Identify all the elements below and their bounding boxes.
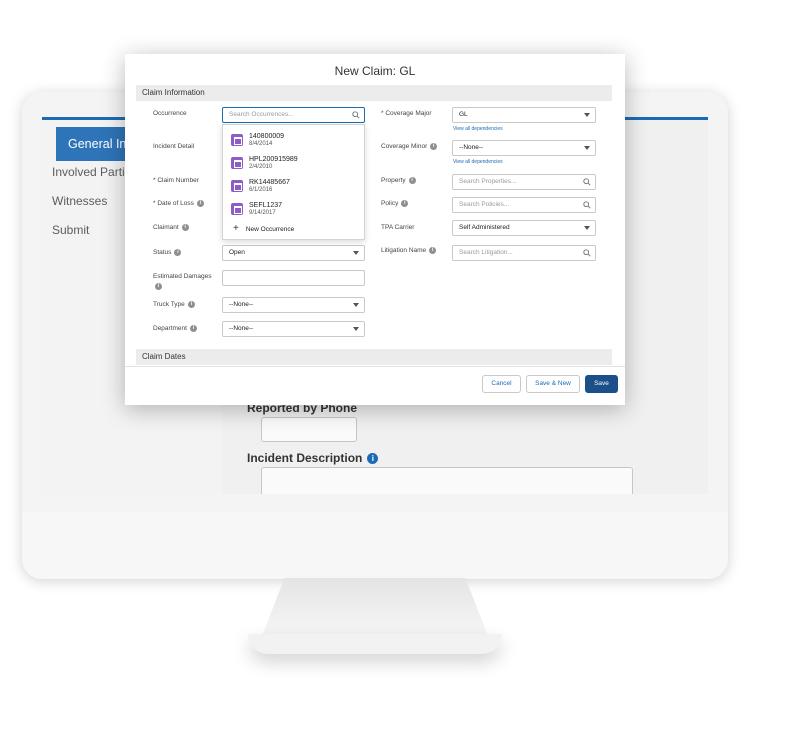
truck-type-label: Truck Type i	[153, 301, 195, 308]
section-claim-information[interactable]: Claim Information	[136, 85, 612, 101]
occurrence-icon	[231, 134, 243, 146]
coverage-major-label: * Coverage Major	[381, 110, 432, 117]
info-icon[interactable]: i	[408, 177, 416, 184]
occurrence-icon	[231, 157, 243, 169]
occurrence-option[interactable]: SEFL1237 9/14/2017	[231, 199, 282, 219]
modal-footer-divider	[125, 366, 625, 367]
property-search-input[interactable]: Search Properties...	[452, 174, 596, 190]
info-icon[interactable]: i	[189, 325, 197, 332]
info-icon[interactable]: i	[429, 247, 437, 254]
occurrence-search-input[interactable]: Search Occurrences...	[222, 107, 365, 123]
search-icon	[583, 178, 591, 186]
incident-description-label: Incident Description i	[247, 451, 379, 465]
search-icon	[583, 249, 591, 257]
estimated-damages-info: i	[155, 283, 162, 290]
litigation-name-label: Litigation Name i	[381, 247, 437, 254]
claimant-label: Claimant i	[153, 224, 189, 231]
occurrence-label: Occurrence	[153, 110, 187, 117]
info-icon[interactable]: i	[196, 200, 204, 207]
section-claim-dates[interactable]: Claim Dates	[136, 349, 612, 365]
tpa-carrier-label: TPA Carrier	[381, 224, 415, 231]
info-icon[interactable]: i	[367, 452, 379, 464]
incident-description-textarea[interactable]	[261, 467, 633, 494]
view-dependencies-link[interactable]: View all dependencies	[453, 126, 503, 132]
truck-type-select[interactable]: --None--	[222, 297, 365, 313]
stage: General Incid Involved Parties Witnesses…	[0, 0, 800, 739]
search-icon	[583, 201, 591, 209]
department-select[interactable]: --None--	[222, 321, 365, 337]
reported-by-phone-input[interactable]	[261, 417, 357, 442]
estimated-damages-input[interactable]	[222, 270, 365, 286]
status-select[interactable]: Open	[222, 245, 365, 261]
modal-title: New Claim: GL	[334, 64, 416, 78]
occurrence-dropdown: 140800009 8/4/2014 HPL200915989 2/4/2010 R…	[222, 124, 365, 240]
chevron-down-icon	[584, 113, 590, 117]
chevron-down-icon	[584, 146, 590, 150]
nav-item-submit[interactable]: Submit	[52, 223, 89, 237]
info-icon[interactable]: i	[181, 224, 189, 231]
cancel-button[interactable]: Cancel	[482, 375, 521, 393]
view-dependencies-link[interactable]: View all dependencies	[453, 159, 503, 165]
occurrence-option[interactable]: HPL200915989 2/4/2010	[231, 153, 298, 173]
occurrence-icon	[231, 203, 243, 215]
info-icon[interactable]: i	[187, 301, 195, 308]
occurrence-option[interactable]: 140800009 8/4/2014	[231, 130, 284, 150]
policy-label: Policy i	[381, 200, 409, 207]
coverage-minor-label: Coverage Minor i	[381, 143, 438, 150]
chevron-down-icon	[584, 226, 590, 230]
occurrence-icon	[231, 180, 243, 192]
save-and-new-button[interactable]: Save & New	[526, 375, 580, 393]
info-icon[interactable]: i	[174, 249, 182, 256]
coverage-minor-select[interactable]: --None--	[452, 140, 596, 156]
search-icon	[352, 111, 360, 119]
policy-search-input[interactable]: Search Policies...	[452, 197, 596, 213]
info-icon[interactable]: i	[155, 283, 162, 290]
coverage-major-select[interactable]: GL	[452, 107, 596, 123]
monitor-stand-neck	[262, 578, 488, 636]
new-occurrence-option[interactable]: + New Occurrence	[233, 223, 294, 234]
plus-icon: +	[233, 223, 239, 234]
estimated-damages-label: Estimated Damages	[153, 273, 212, 280]
chevron-down-icon	[353, 327, 359, 331]
info-icon[interactable]: i	[401, 200, 409, 207]
incident-description-text: Incident Description	[247, 451, 363, 465]
tpa-carrier-select[interactable]: Self Administered	[452, 220, 596, 236]
monitor-chin	[22, 512, 728, 579]
status-label: Status i	[153, 249, 182, 256]
property-label: Property i	[381, 177, 416, 184]
save-button[interactable]: Save	[585, 375, 618, 393]
monitor-stand-base	[248, 634, 502, 654]
chevron-down-icon	[353, 251, 359, 255]
nav-item-witnesses[interactable]: Witnesses	[52, 194, 107, 208]
chevron-down-icon	[353, 303, 359, 307]
litigation-search-input[interactable]: Search Litigation...	[452, 245, 596, 261]
info-icon[interactable]: i	[430, 143, 438, 150]
incident-detail-label: Incident Detail	[153, 143, 195, 150]
date-of-loss-label: * Date of Loss i	[153, 200, 204, 207]
occurrence-option[interactable]: RK14485667 6/1/2016	[231, 176, 290, 196]
claim-number-label: * Claim Number	[153, 177, 199, 184]
department-label: Department i	[153, 325, 197, 332]
new-claim-modal: New Claim: GL Claim Information Occurren…	[125, 54, 625, 405]
